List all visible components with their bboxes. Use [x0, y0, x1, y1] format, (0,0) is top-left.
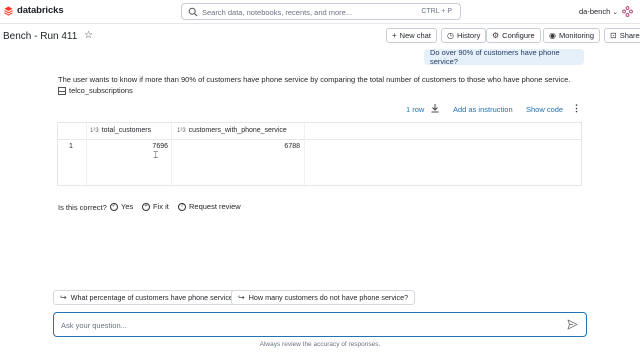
- download-icon[interactable]: [430, 103, 440, 113]
- search-placeholder: Search data, notebooks, recents, and mor…: [202, 8, 353, 17]
- configure-label: Configure: [502, 31, 535, 40]
- databricks-logo[interactable]: databricks: [4, 5, 64, 16]
- top-bar: databricks Search data, notebooks, recen…: [0, 0, 640, 24]
- input-placeholder: Ask your question...: [61, 321, 127, 330]
- monitoring-label: Monitoring: [558, 31, 595, 40]
- suggestion-text: What percentage of customers have phone …: [70, 293, 237, 302]
- column-header-customers-with-phone-service[interactable]: 1²3 customers_with_phone_service: [177, 127, 287, 134]
- header-divider: [58, 139, 581, 140]
- check-icon: ✓: [110, 202, 118, 211]
- numeric-type-icon: 1²3: [90, 127, 99, 134]
- fix-it-button[interactable]: + Fix it: [142, 202, 169, 211]
- result-table: 1²3 total_customers 1²3 customers_with_p…: [57, 122, 582, 187]
- user-message-bubble: Do over 90% of customers have phone serv…: [424, 48, 584, 66]
- column-divider: [171, 123, 172, 187]
- gear-icon: ⚙: [492, 31, 500, 40]
- response-text: The user wants to know if more than 90% …: [58, 75, 571, 84]
- search-icon: [188, 7, 198, 17]
- share-label: Share: [619, 31, 640, 40]
- logo-text: databricks: [17, 5, 64, 16]
- request-review-label: Request review: [189, 202, 241, 211]
- column-divider: [304, 123, 305, 187]
- column-header-label: total_customers: [101, 127, 152, 134]
- column-header-label: customers_with_phone_service: [188, 127, 287, 134]
- lock-icon: ⊡: [610, 31, 617, 40]
- page-title: Bench - Run 411: [3, 31, 78, 42]
- table-name: telco_subscriptions: [69, 86, 133, 95]
- user-message-text: Do over 90% of customers have phone serv…: [430, 48, 560, 66]
- column-divider: [86, 123, 87, 187]
- table-cell[interactable]: 7696: [86, 143, 168, 150]
- column-header-total-customers[interactable]: 1²3 total_customers: [90, 127, 151, 134]
- yes-button[interactable]: ✓ Yes: [110, 202, 133, 211]
- databricks-logo-icon: [4, 6, 13, 16]
- table-reference[interactable]: telco_subscriptions: [58, 86, 133, 95]
- mouse-cursor-icon: ⌶: [153, 150, 159, 160]
- history-button[interactable]: ◷ History: [441, 28, 487, 43]
- feedback-label: Is this correct?: [58, 203, 107, 212]
- eye-icon: ◉: [549, 31, 556, 40]
- history-label: History: [456, 31, 481, 40]
- plus-icon: +: [392, 31, 397, 40]
- numeric-type-icon: 1²3: [177, 127, 186, 134]
- comment-icon: ?: [178, 202, 186, 211]
- new-chat-button[interactable]: + New chat: [386, 28, 437, 43]
- suggestion-chip[interactable]: ↪ How many customers do not have phone se…: [231, 290, 416, 305]
- table-cell[interactable]: 6788: [171, 143, 300, 150]
- account-menu[interactable]: da-bench ⌄: [579, 7, 618, 16]
- configure-button[interactable]: ⚙ Configure: [486, 28, 541, 43]
- monitoring-button[interactable]: ◉ Monitoring: [543, 28, 601, 43]
- disclaimer-text: Always review the accuracy of responses.: [259, 341, 381, 348]
- star-icon[interactable]: ☆: [84, 30, 93, 41]
- more-options-icon[interactable]: ⋮: [572, 103, 581, 114]
- plus-circle-icon: +: [142, 202, 150, 211]
- fix-it-label: Fix it: [153, 202, 169, 211]
- table-icon: [58, 86, 66, 95]
- search-shortcut: CTRL + P: [421, 8, 452, 15]
- ask-question-input[interactable]: Ask your question...: [53, 312, 587, 337]
- history-icon: ◷: [447, 31, 454, 40]
- send-icon[interactable]: [567, 319, 578, 330]
- row-index: 1: [69, 143, 73, 150]
- chevron-down-icon: ⌄: [612, 9, 619, 16]
- show-code-link[interactable]: Show code: [526, 105, 563, 114]
- yes-label: Yes: [121, 202, 134, 211]
- share-button[interactable]: ⊡ Share: [604, 28, 640, 43]
- reply-arrow-icon: ↪: [238, 293, 245, 302]
- request-review-button[interactable]: ? Request review: [178, 202, 241, 211]
- account-name: da-bench: [579, 7, 611, 16]
- apps-icon[interactable]: [622, 6, 633, 17]
- row-count: 1 row: [406, 105, 425, 114]
- suggestion-text: How many customers do not have phone ser…: [248, 293, 409, 302]
- add-as-instruction-link[interactable]: Add as instruction: [453, 105, 513, 114]
- reply-arrow-icon: ↪: [60, 293, 67, 302]
- global-search-input[interactable]: Search data, notebooks, recents, and mor…: [181, 3, 461, 20]
- new-chat-label: New chat: [399, 31, 431, 40]
- suggestion-chip[interactable]: ↪ What percentage of customers have phone…: [53, 290, 244, 305]
